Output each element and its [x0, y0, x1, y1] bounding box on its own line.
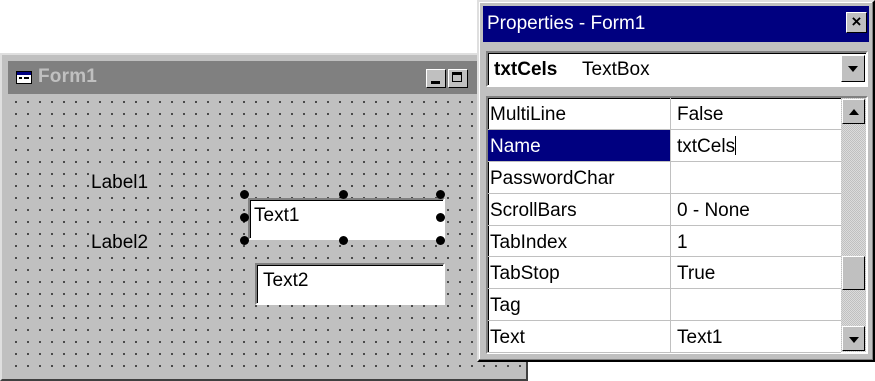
property-grid[interactable]: MultiLine False Name txtCels PasswordChar Scr…	[486, 96, 868, 354]
close-icon: ×	[851, 12, 862, 31]
resize-handle-middle-left[interactable]	[240, 213, 249, 222]
property-value-text: False	[677, 104, 724, 125]
property-name[interactable]: PasswordChar	[488, 161, 671, 193]
label2-control[interactable]: Label2	[90, 232, 150, 254]
property-row-scrollbars[interactable]: ScrollBars 0 - None	[488, 193, 841, 226]
property-row-passwordchar[interactable]: PasswordChar	[488, 161, 841, 194]
property-name[interactable]: Name	[488, 129, 671, 161]
property-value-text: 0 - None	[677, 199, 750, 221]
property-value[interactable]: txtCels	[671, 130, 841, 161]
object-name: txtCels	[494, 59, 558, 80]
resize-handle-bottom-right[interactable]	[436, 236, 445, 245]
arrow-up-icon	[849, 109, 859, 115]
property-row-multiline[interactable]: MultiLine False	[488, 98, 841, 130]
object-type: TextBox	[582, 59, 650, 80]
object-dropdown-button[interactable]	[841, 55, 865, 82]
property-row-tag[interactable]: Tag	[488, 289, 841, 322]
property-value-text: txtCels	[677, 135, 736, 157]
maximize-button[interactable]	[448, 69, 468, 88]
property-row-tabindex[interactable]: TabIndex 1	[488, 225, 841, 258]
property-name[interactable]: MultiLine	[488, 98, 671, 129]
chevron-down-icon	[848, 66, 858, 72]
close-button[interactable]: ×	[846, 12, 867, 33]
form-design-surface[interactable]: Label1 Label2 Text1 Text2	[8, 94, 522, 375]
object-selector[interactable]: txtCels TextBox	[486, 51, 868, 87]
scroll-thumb[interactable]	[842, 256, 865, 290]
text2-textbox[interactable]: Text2	[255, 263, 445, 305]
properties-title: Properties - Form1	[487, 13, 646, 34]
property-rows: MultiLine False Name txtCels PasswordChar Scr…	[488, 98, 841, 354]
property-grid-scrollbar[interactable]	[841, 98, 866, 352]
property-name[interactable]: ScrollBars	[488, 193, 671, 225]
property-value[interactable]: Text1	[671, 321, 841, 352]
text1-textbox[interactable]: Text1	[248, 198, 445, 240]
property-row-tabstop[interactable]: TabStop True	[488, 257, 841, 290]
label1-control[interactable]: Label1	[90, 172, 150, 194]
property-value-text: True	[677, 263, 716, 285]
text-caret	[735, 135, 737, 155]
resize-handle-bottom-middle[interactable]	[339, 236, 348, 245]
property-value[interactable]: 1	[671, 226, 841, 257]
property-value[interactable]	[671, 289, 841, 320]
property-row-text[interactable]: Text Text1	[488, 321, 841, 354]
property-value[interactable]: False	[671, 98, 841, 129]
property-value[interactable]	[671, 162, 841, 193]
property-name[interactable]: TabIndex	[488, 225, 671, 257]
form1-title: Form1	[38, 66, 98, 87]
resize-handle-top-right[interactable]	[436, 190, 445, 199]
property-value-text: 1	[677, 231, 688, 253]
scroll-up-button[interactable]	[842, 99, 865, 124]
resize-handle-top-left[interactable]	[240, 190, 249, 199]
property-value[interactable]: True	[671, 257, 841, 288]
property-name[interactable]: Tag	[488, 289, 671, 321]
property-name[interactable]: TabStop	[488, 257, 671, 289]
property-name[interactable]: Text	[488, 321, 671, 353]
property-value-text: Text1	[677, 327, 723, 349]
scroll-down-button[interactable]	[842, 326, 865, 351]
properties-window[interactable]: Properties - Form1 × txtCels TextBox Mul…	[477, 0, 875, 362]
minimize-button[interactable]	[426, 69, 446, 88]
properties-titlebar[interactable]: Properties - Form1 ×	[483, 6, 869, 42]
form-icon	[16, 71, 32, 84]
resize-handle-middle-right[interactable]	[436, 213, 445, 222]
property-value[interactable]: 0 - None	[671, 194, 841, 225]
form1-window[interactable]: Form1 Label1 Label2 Text1 Text2	[0, 53, 528, 381]
resize-handle-top-middle[interactable]	[339, 190, 348, 199]
form1-titlebar[interactable]: Form1	[8, 61, 526, 94]
resize-handle-bottom-left[interactable]	[240, 236, 249, 245]
property-row-name[interactable]: Name txtCels	[488, 129, 841, 162]
arrow-down-icon	[849, 337, 859, 343]
